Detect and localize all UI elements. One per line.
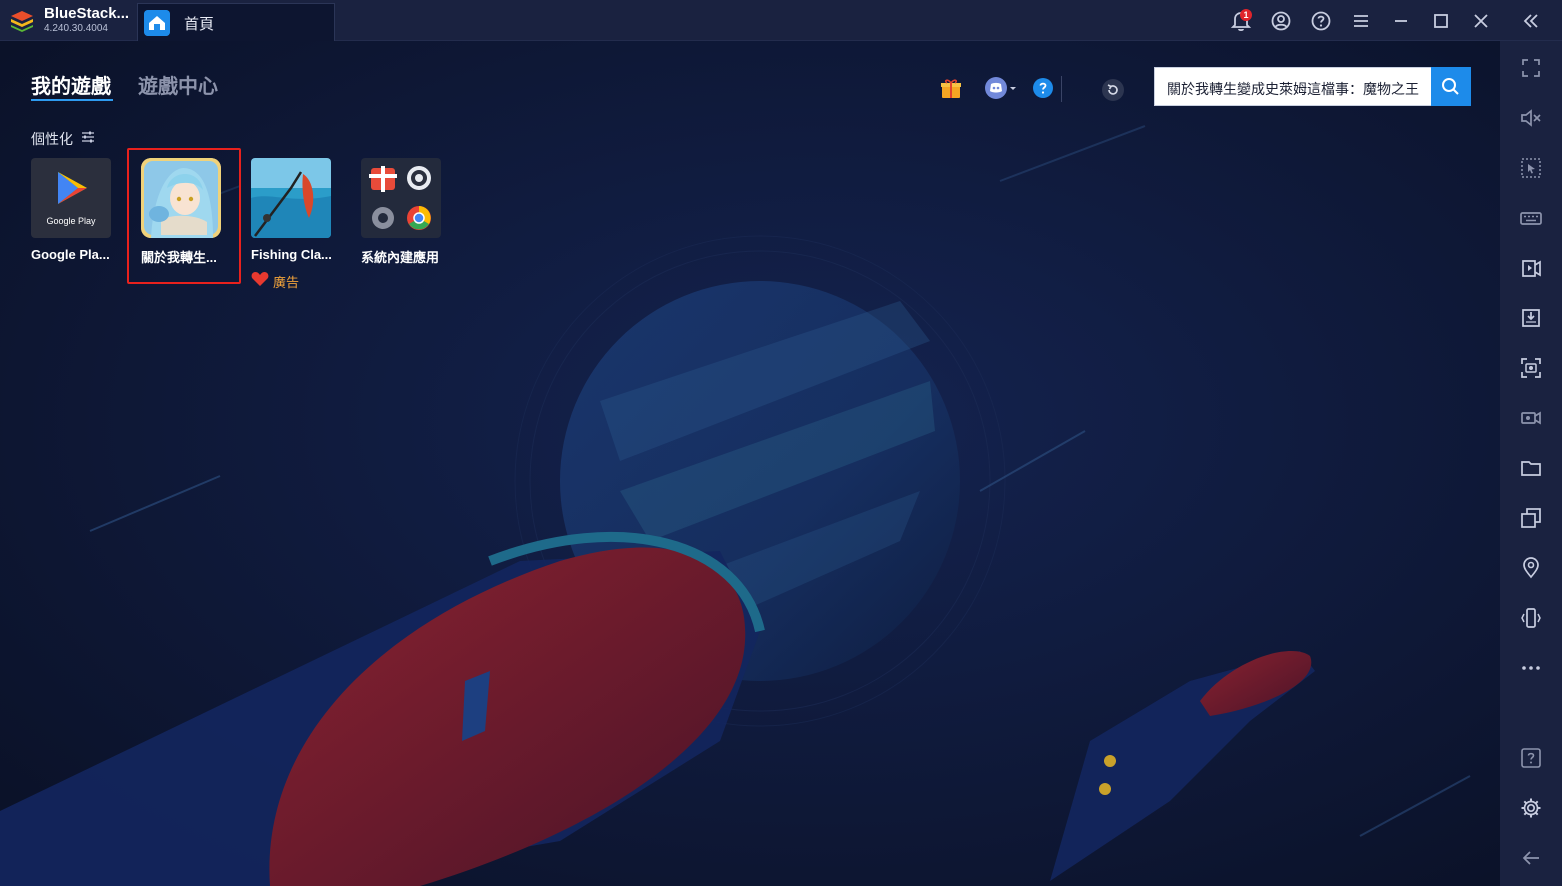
google-play-icon: Google Play bbox=[31, 158, 111, 238]
menu-icon[interactable] bbox=[1349, 9, 1373, 33]
system-apps-grid-icon bbox=[369, 166, 431, 230]
active-tab-indicator bbox=[31, 99, 113, 101]
discord-icon[interactable] bbox=[984, 76, 1008, 100]
folder-icon[interactable] bbox=[1519, 456, 1543, 480]
fishing-clash-icon bbox=[251, 158, 331, 238]
help-icon[interactable] bbox=[1309, 9, 1333, 33]
gift-icon[interactable] bbox=[939, 76, 963, 100]
slime-game-icon bbox=[141, 158, 221, 238]
help-icon[interactable] bbox=[1031, 76, 1055, 100]
back-icon[interactable] bbox=[1519, 846, 1543, 870]
refresh-icon[interactable] bbox=[1101, 78, 1125, 102]
search-button[interactable] bbox=[1431, 67, 1471, 106]
notification-badge: 1 bbox=[1240, 9, 1252, 21]
right-sidebar bbox=[1500, 41, 1562, 886]
settings-icon[interactable] bbox=[1519, 796, 1543, 820]
tab-my-games[interactable]: 我的遊戲 bbox=[31, 70, 111, 99]
app-version: 4.240.30.4004 bbox=[44, 23, 108, 34]
bluestacks-window: BlueStack... 4.240.30.4004 首頁 1 我的遊戲 遊戲中… bbox=[0, 0, 1562, 886]
tab-home-label: 首頁 bbox=[184, 16, 215, 33]
ad-label: 廣告 bbox=[273, 275, 300, 290]
apk-install-icon[interactable] bbox=[1519, 306, 1543, 330]
google-play-icon-caption: Google Play bbox=[46, 216, 96, 226]
search-input-value: 關於我轉生變成史萊姆這檔事：魔物之王 bbox=[1167, 81, 1419, 97]
bluestacks-logo-icon bbox=[11, 11, 33, 32]
anime-character-icon bbox=[141, 158, 221, 238]
fish-icon bbox=[251, 158, 331, 238]
play-store-logo-icon bbox=[58, 172, 87, 204]
video-record-icon[interactable] bbox=[1519, 406, 1543, 430]
sliders-icon[interactable] bbox=[81, 131, 95, 143]
app-slime-game[interactable]: 關於我轉生... bbox=[141, 158, 221, 266]
app-name: BlueStack... bbox=[44, 5, 130, 22]
chevron-down-icon[interactable] bbox=[1008, 76, 1018, 100]
app-label: 系統內建應用 bbox=[361, 250, 440, 265]
app-system-apps[interactable]: 系統內建應用 bbox=[361, 158, 441, 266]
screenshot-icon[interactable] bbox=[1519, 356, 1543, 380]
multi-instance-icon[interactable] bbox=[1519, 506, 1543, 530]
volume-mute-icon[interactable] bbox=[1519, 106, 1543, 130]
search-input[interactable]: 關於我轉生變成史萊姆這檔事：魔物之王 bbox=[1154, 67, 1432, 106]
app-label: Google Pla... bbox=[31, 247, 110, 262]
app-label: 關於我轉生... bbox=[141, 250, 217, 265]
location-icon[interactable] bbox=[1519, 556, 1543, 580]
fullscreen-icon[interactable] bbox=[1519, 56, 1543, 80]
tab-game-center[interactable]: 遊戲中心 bbox=[138, 70, 218, 99]
help-icon[interactable] bbox=[1519, 746, 1543, 770]
account-icon[interactable] bbox=[1269, 9, 1293, 33]
close-icon[interactable] bbox=[1469, 9, 1493, 33]
minimize-icon[interactable] bbox=[1389, 9, 1413, 33]
app-google-play[interactable]: Google Play Google Pla... bbox=[31, 158, 111, 262]
shake-icon[interactable] bbox=[1519, 606, 1543, 630]
screen-record-icon[interactable] bbox=[1519, 256, 1543, 280]
maximize-icon[interactable] bbox=[1429, 9, 1453, 33]
title-bar: BlueStack... 4.240.30.4004 首頁 1 bbox=[0, 0, 1562, 41]
app-fishing-clash[interactable]: Fishing Cla... bbox=[251, 158, 331, 262]
toolbar-divider bbox=[1061, 76, 1062, 102]
personalize-label[interactable]: 個性化 bbox=[31, 129, 73, 149]
keyboard-icon[interactable] bbox=[1519, 206, 1543, 230]
system-apps-folder-icon bbox=[361, 158, 441, 238]
home-icon bbox=[144, 10, 170, 36]
cursor-select-icon[interactable] bbox=[1519, 156, 1543, 180]
more-icon[interactable] bbox=[1519, 656, 1543, 680]
search-icon bbox=[1442, 78, 1459, 95]
tab-home[interactable]: 首頁 bbox=[137, 3, 335, 41]
collapse-sidebar-icon[interactable] bbox=[1519, 9, 1543, 33]
app-label: Fishing Cla... bbox=[251, 247, 331, 262]
heart-icon bbox=[251, 272, 269, 286]
ad-label-row: 廣告 bbox=[251, 271, 331, 290]
